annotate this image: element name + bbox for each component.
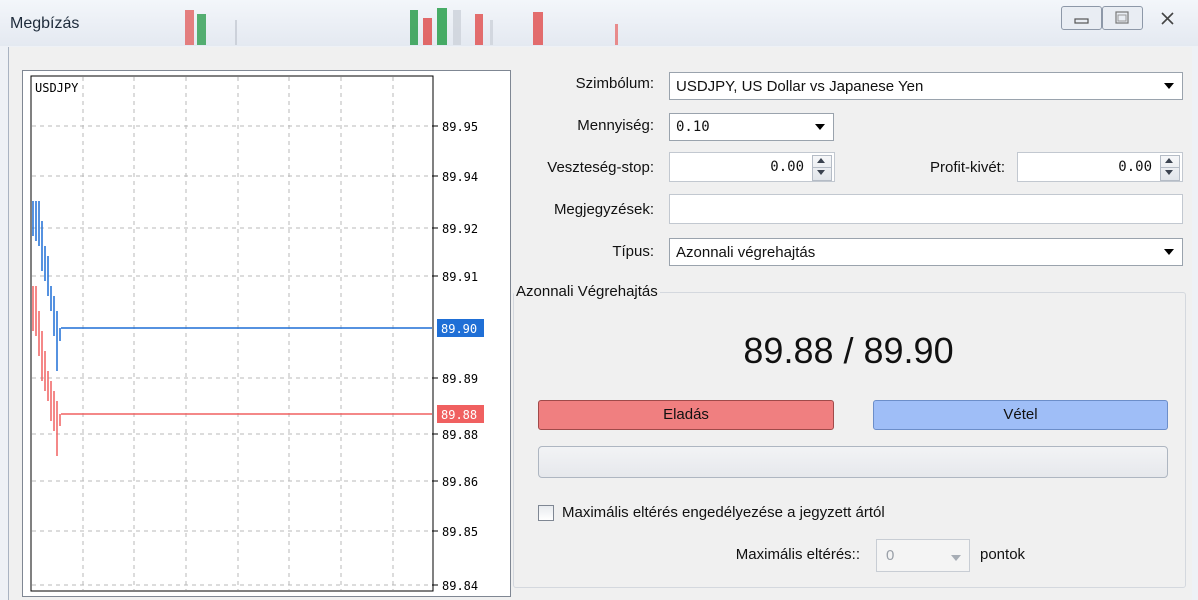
comment-label: Megjegyzések:	[553, 201, 654, 218]
deviation-select[interactable]: 0	[876, 539, 970, 572]
y-tick: 89.88	[432, 428, 478, 442]
svg-text:89.91: 89.91	[442, 270, 478, 284]
maximize-icon	[1115, 11, 1129, 24]
chevron-down-icon	[1164, 83, 1174, 89]
y-tick: 89.95	[432, 120, 478, 134]
stop-loss-value: 0.00	[770, 159, 804, 175]
y-tick: 89.86	[432, 475, 478, 489]
svg-text:89.86: 89.86	[442, 475, 478, 489]
order-type-select[interactable]: Azonnali végrehajtás	[669, 238, 1183, 266]
svg-text:89.90: 89.90	[441, 322, 477, 336]
title-bar: Megbízás	[0, 0, 1198, 46]
deviation-value: 0	[886, 547, 895, 564]
svg-text:89.85: 89.85	[442, 525, 478, 539]
minimize-button[interactable]	[1061, 6, 1102, 30]
stop-loss-label: Veszteség-stop:	[547, 159, 654, 176]
volume-select[interactable]: 0.10	[669, 113, 834, 141]
allow-deviation-label: Maximális eltérés engedélyezése a jegyze…	[562, 504, 885, 521]
chevron-down-icon	[815, 124, 825, 130]
type-label: Típus:	[612, 243, 654, 260]
svg-text:89.88: 89.88	[442, 428, 478, 442]
order-type-value: Azonnali végrehajtás	[676, 244, 816, 261]
background-candles-decoration	[185, 8, 618, 45]
deviation-label: Maximális eltérés::	[735, 546, 860, 563]
allow-deviation-checkbox[interactable]	[538, 505, 554, 521]
chart-symbol: USDJPY	[35, 81, 79, 95]
y-tick: 89.91	[432, 270, 478, 284]
volume-label: Mennyiség:	[577, 117, 654, 134]
symbol-value: USDJPY, US Dollar vs Japanese Yen	[676, 78, 924, 95]
ask-price-label: 89.90	[437, 319, 484, 337]
svg-text:89.84: 89.84	[442, 579, 478, 593]
take-profit-value: 0.00	[1118, 159, 1152, 175]
tick-chart-svg: USDJPY 89.95 89.94 89.92 89.91 89.89 89.88 89.…	[30, 75, 484, 593]
symbol-select[interactable]: USDJPY, US Dollar vs Japanese Yen	[669, 72, 1183, 100]
stop-loss-field[interactable]: 0.00	[669, 152, 835, 182]
tick-chart: USDJPY 89.95 89.94 89.92 89.91 89.89 89.88 89.…	[22, 70, 511, 597]
chevron-down-icon	[1164, 249, 1174, 255]
volume-value: 0.10	[676, 119, 710, 135]
bid-ask-price: 89.88 / 89.90	[743, 330, 954, 371]
take-profit-field[interactable]: 0.00	[1017, 152, 1183, 182]
take-profit-label: Profit-kivét:	[929, 159, 1005, 176]
spin-down-icon	[817, 170, 825, 175]
buy-button[interactable]: Vétel	[873, 400, 1168, 430]
spin-down-icon	[1165, 170, 1173, 175]
svg-text:89.88: 89.88	[441, 408, 477, 422]
svg-text:89.95: 89.95	[442, 120, 478, 134]
stop-loss-spinner[interactable]	[812, 155, 832, 181]
y-tick: 89.84	[432, 579, 478, 593]
minimize-icon	[1074, 18, 1089, 24]
y-tick: 89.85	[432, 525, 478, 539]
y-tick: 89.94	[432, 170, 478, 184]
spin-up-icon	[817, 158, 825, 163]
close-button[interactable]	[1148, 6, 1188, 30]
chevron-down-icon	[951, 555, 961, 561]
y-tick: 89.89	[432, 372, 478, 386]
deviation-unit: pontok	[980, 546, 1026, 563]
svg-text:89.94: 89.94	[442, 170, 478, 184]
symbol-label: Szimbólum:	[575, 75, 654, 92]
close-icon	[1161, 12, 1174, 25]
bid-price-label: 89.88	[437, 405, 484, 423]
spin-up-icon	[1165, 158, 1173, 163]
take-profit-spinner[interactable]	[1160, 155, 1180, 181]
maximize-button[interactable]	[1102, 6, 1143, 30]
status-bar	[538, 446, 1168, 478]
window-title: Megbízás	[10, 15, 80, 32]
instant-execution-title: Azonnali Végrehajtás	[514, 283, 660, 300]
svg-text:89.92: 89.92	[442, 222, 478, 236]
comment-input[interactable]	[669, 194, 1183, 224]
y-tick: 89.92	[432, 222, 478, 236]
sell-button[interactable]: Eladás	[538, 400, 834, 430]
svg-text:89.89: 89.89	[442, 372, 478, 386]
